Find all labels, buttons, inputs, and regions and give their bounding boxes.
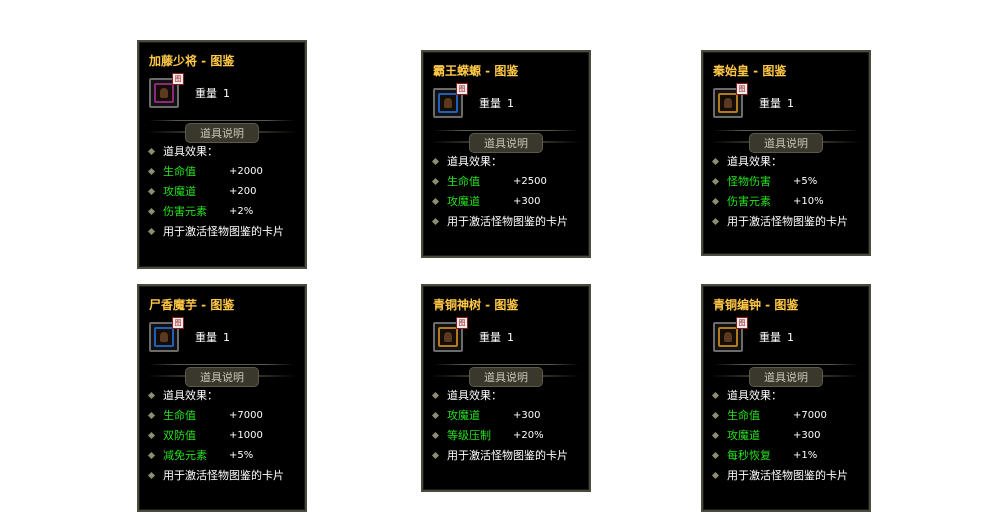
diamond-bullet-icon (431, 157, 440, 165)
tooltip-card: 加藤少将 - 图鉴 图 重量 1 道具说明 道具效果： 生命值 +2000 攻魔道 +… (137, 40, 307, 269)
stat-line: 攻魔道 +300 (711, 425, 869, 445)
gold-card-icon: 图 (433, 317, 468, 352)
handbook-badge-icon: 图 (736, 83, 748, 95)
diamond-bullet-icon (147, 391, 156, 399)
stat-line: 生命值 +7000 (711, 405, 869, 425)
effect-header: 道具效果： (711, 385, 869, 405)
handbook-badge-icon: 图 (456, 83, 468, 95)
effect-header: 道具效果： (431, 385, 589, 405)
stat-line: 伤害元素 +2% (147, 201, 305, 221)
stat-line: 等级压制 +20% (431, 425, 589, 445)
tooltip-card: 霸王蝾螈 - 图鉴 图 重量 1 道具说明 道具效果： 生命值 +2500 攻魔道 +… (421, 50, 591, 258)
handbook-badge-icon: 图 (172, 73, 184, 85)
card-title: 秦始皇 - 图鉴 (713, 64, 787, 78)
stat-line: 怪物伤害 +5% (711, 171, 869, 191)
divider (713, 130, 859, 131)
effect-header: 道具效果： (147, 385, 305, 405)
divider (149, 364, 295, 365)
description: 用于激活怪物图鉴的卡片 (431, 445, 589, 465)
handbook-badge-icon: 图 (456, 317, 468, 329)
card-title: 青铜神树 - 图鉴 (433, 298, 519, 312)
stat-line: 生命值 +2500 (431, 171, 589, 191)
diamond-bullet-icon (711, 391, 720, 399)
purple-card-icon: 图 (149, 73, 184, 108)
stat-line: 减免元素 +5% (147, 445, 305, 465)
blue-card-icon: 图 (433, 83, 468, 118)
weight-text: 重量 1 (195, 87, 230, 100)
effect-header: 道具效果： (711, 151, 869, 171)
stat-line: 每秒恢复 +1% (711, 445, 869, 465)
tooltip-card: 尸香魔芋 - 图鉴 图 重量 1 道具说明 道具效果： 生命值 +7000 双防值 +… (137, 284, 307, 512)
stat-line: 攻魔道 +300 (431, 191, 589, 211)
diamond-bullet-icon (431, 391, 440, 399)
tooltip-card: 秦始皇 - 图鉴 图 重量 1 道具说明 道具效果： 怪物伤害 +5% 伤害元素 +1… (701, 50, 871, 256)
weight-text: 重量 1 (759, 331, 794, 344)
divider (149, 120, 295, 121)
section-header: 道具说明 (431, 367, 581, 387)
card-title: 尸香魔芋 - 图鉴 (149, 298, 235, 312)
gold-card-icon: 图 (713, 317, 748, 352)
stat-line: 生命值 +2000 (147, 161, 305, 181)
description: 用于激活怪物图鉴的卡片 (711, 465, 869, 485)
item-row: 图 重量 1 (713, 317, 869, 352)
tooltip-card: 青铜编钟 - 图鉴 图 重量 1 道具说明 道具效果： 生命值 +7000 攻魔道 +… (701, 284, 871, 512)
gold-card-icon: 图 (713, 83, 748, 118)
divider (713, 364, 859, 365)
description: 用于激活怪物图鉴的卡片 (711, 211, 869, 231)
divider (433, 130, 579, 131)
weight-text: 重量 1 (759, 97, 794, 110)
diamond-bullet-icon (147, 147, 156, 155)
section-header: 道具说明 (147, 123, 297, 143)
card-title: 霸王蝾螈 - 图鉴 (433, 64, 519, 78)
description: 用于激活怪物图鉴的卡片 (147, 465, 305, 485)
description: 用于激活怪物图鉴的卡片 (431, 211, 589, 231)
divider (433, 364, 579, 365)
stat-line: 攻魔道 +200 (147, 181, 305, 201)
stat-line: 攻魔道 +300 (431, 405, 589, 425)
effect-header: 道具效果： (431, 151, 589, 171)
blue-card-icon: 图 (149, 317, 184, 352)
section-header: 道具说明 (711, 367, 861, 387)
stat-line: 双防值 +1000 (147, 425, 305, 445)
stat-line: 伤害元素 +10% (711, 191, 869, 211)
section-header: 道具说明 (431, 133, 581, 153)
item-row: 图 重量 1 (433, 83, 589, 118)
card-title: 青铜编钟 - 图鉴 (713, 298, 799, 312)
stat-line: 生命值 +7000 (147, 405, 305, 425)
item-row: 图 重量 1 (713, 83, 869, 118)
item-row: 图 重量 1 (433, 317, 589, 352)
weight-text: 重量 1 (479, 331, 514, 344)
handbook-badge-icon: 图 (736, 317, 748, 329)
section-header: 道具说明 (711, 133, 861, 153)
description: 用于激活怪物图鉴的卡片 (147, 221, 305, 241)
tooltip-card: 青铜神树 - 图鉴 图 重量 1 道具说明 道具效果： 攻魔道 +300 等级压制 +… (421, 284, 591, 492)
effect-header: 道具效果： (147, 141, 305, 161)
handbook-badge-icon: 图 (172, 317, 184, 329)
weight-text: 重量 1 (479, 97, 514, 110)
item-row: 图 重量 1 (149, 317, 305, 352)
section-header: 道具说明 (147, 367, 297, 387)
diamond-bullet-icon (711, 157, 720, 165)
card-title: 加藤少将 - 图鉴 (149, 54, 235, 68)
item-row: 图 重量 1 (149, 73, 305, 108)
weight-text: 重量 1 (195, 331, 230, 344)
